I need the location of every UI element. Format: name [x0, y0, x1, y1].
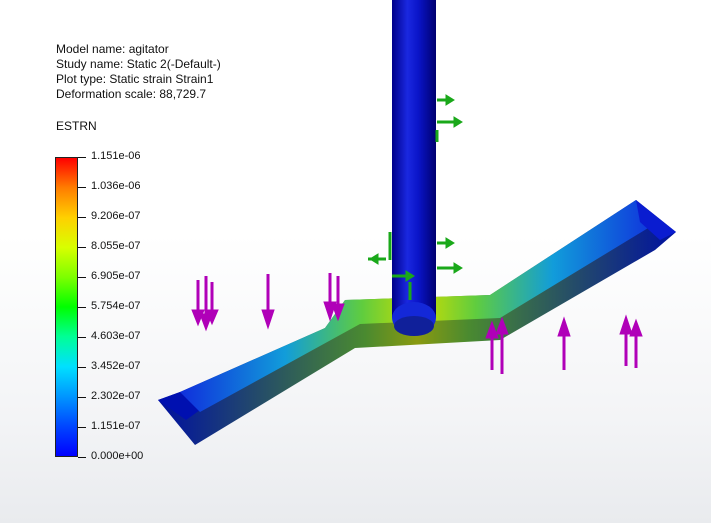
fea-viewport[interactable]	[0, 0, 711, 523]
agitator-shaft	[392, 0, 436, 336]
